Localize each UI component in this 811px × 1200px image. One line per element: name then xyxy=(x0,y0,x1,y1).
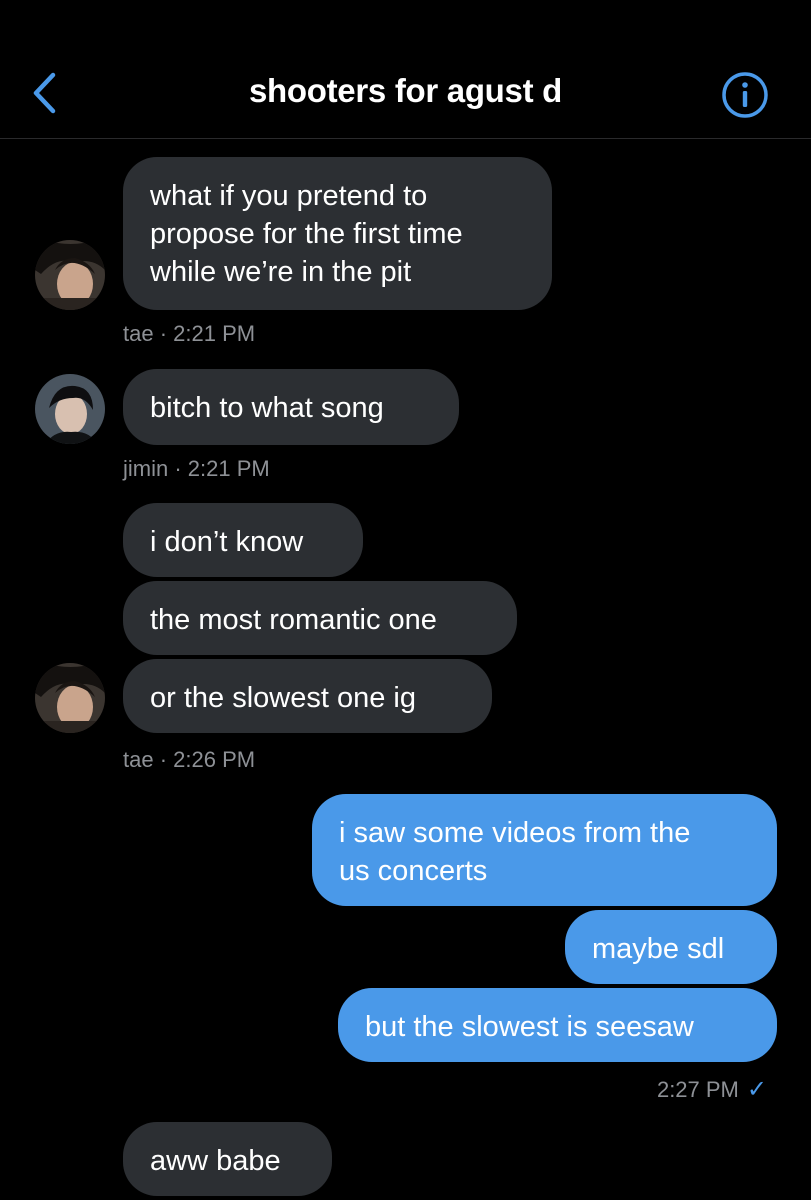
conversation-header: shooters for agust d xyxy=(0,0,811,139)
conversation-title[interactable]: shooters for agust d xyxy=(0,72,811,110)
avatar-photo xyxy=(35,374,105,444)
outgoing-message-bubble[interactable]: maybe sdl xyxy=(565,910,777,984)
avatar[interactable] xyxy=(35,240,105,310)
incoming-message-bubble[interactable]: i don’t know xyxy=(123,503,363,577)
message-timestamp: 2:27 PM xyxy=(656,1077,739,1102)
message-meta: tae · 2:21 PM xyxy=(123,321,256,346)
avatar-photo xyxy=(35,240,105,310)
dm-conversation-screen: shooters for agust d what if you pretend… xyxy=(0,0,811,1200)
incoming-message-bubble[interactable]: aww babe xyxy=(123,1122,332,1196)
incoming-message-bubble[interactable]: bitch to what song xyxy=(123,369,459,445)
incoming-message-bubble[interactable]: what if you pretend to propose for the f… xyxy=(123,157,552,310)
info-button[interactable] xyxy=(721,71,769,119)
message-meta: 2:27 PM ✓ xyxy=(657,1075,767,1104)
incoming-message-bubble[interactable]: or the slowest one ig xyxy=(123,659,492,733)
outgoing-message-bubble[interactable]: but the slowest is seesaw xyxy=(338,988,777,1062)
message-meta: jimin · 2:21 PM xyxy=(123,456,270,481)
avatar[interactable] xyxy=(35,374,105,444)
avatar-photo xyxy=(35,663,105,733)
read-check-icon: ✓ xyxy=(746,1076,767,1103)
avatar[interactable] xyxy=(35,663,105,733)
info-circle-icon xyxy=(722,72,768,118)
outgoing-message-bubble[interactable]: i saw some videos from the us concerts xyxy=(312,794,777,906)
incoming-message-bubble[interactable]: the most romantic one xyxy=(123,581,517,655)
message-meta: tae · 2:26 PM xyxy=(123,747,256,772)
